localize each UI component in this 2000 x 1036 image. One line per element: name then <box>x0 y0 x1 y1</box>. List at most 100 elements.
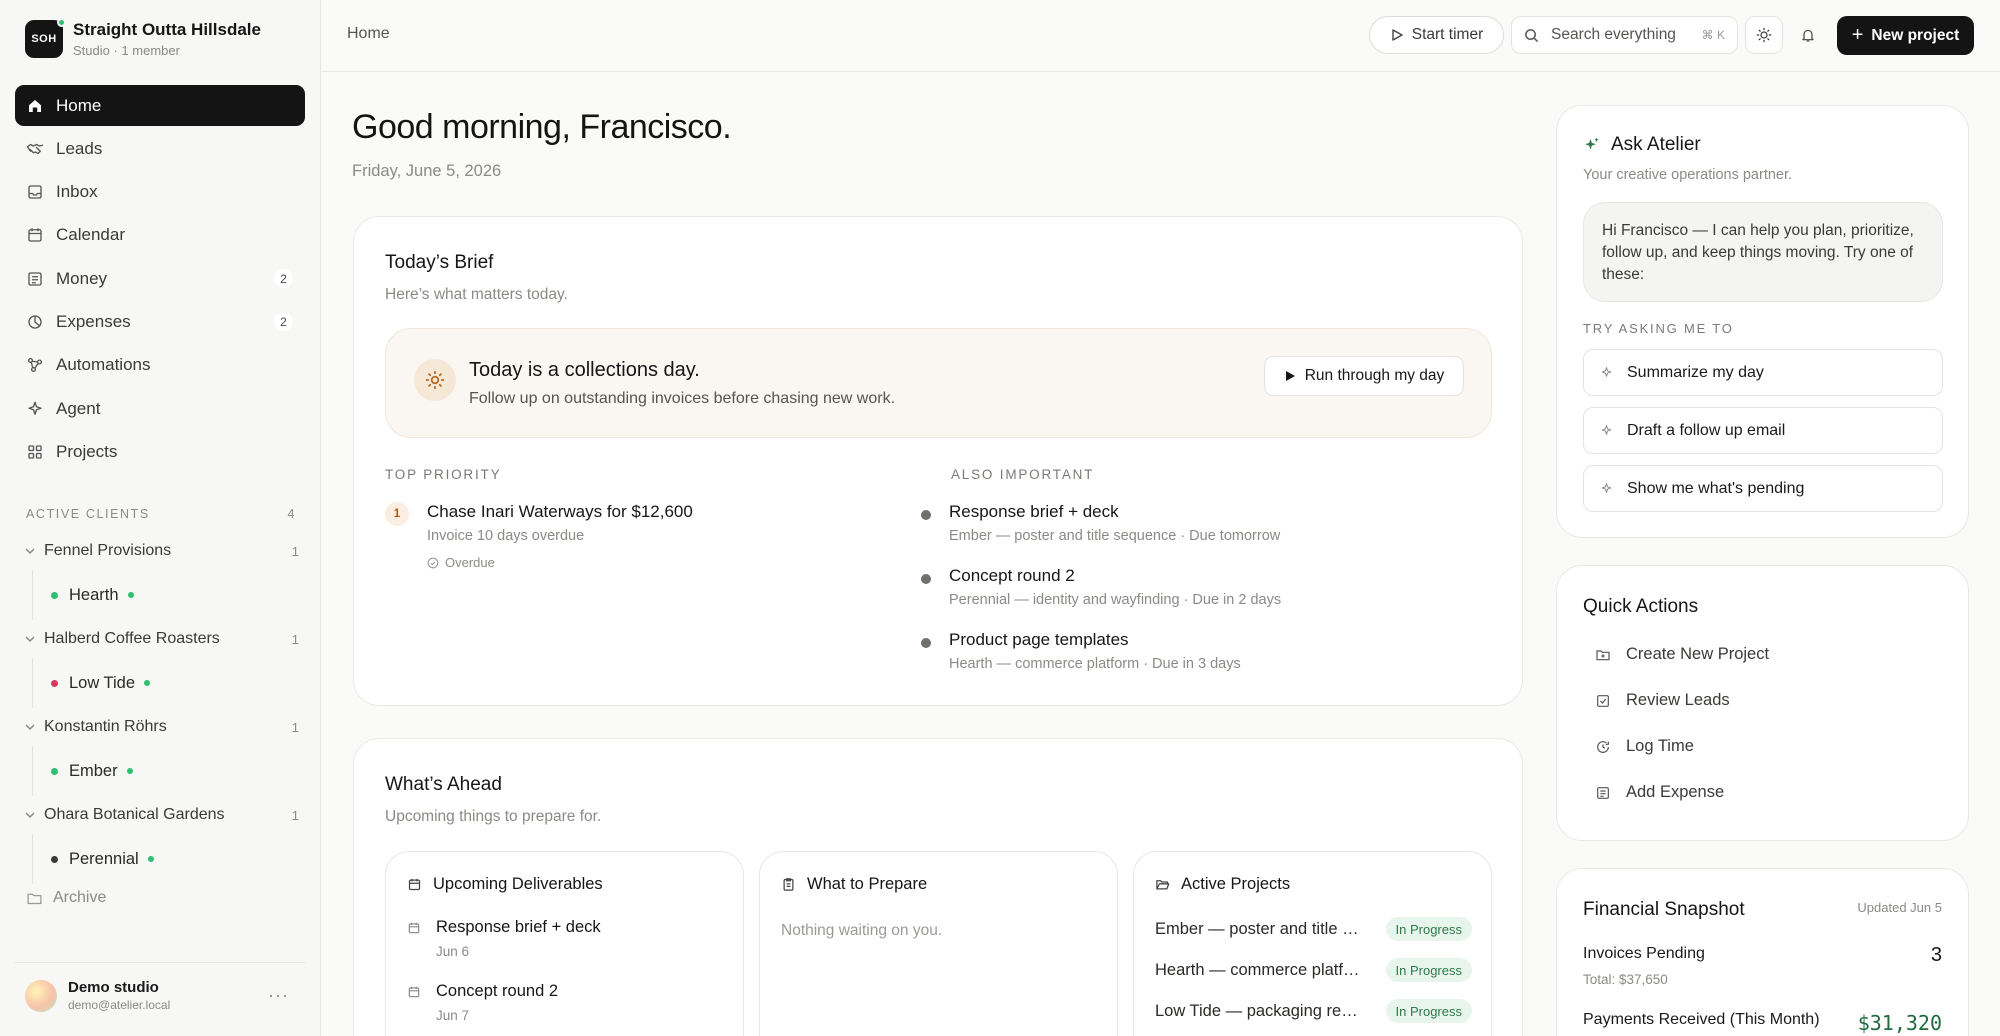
nav-item-automations[interactable]: Automations <box>15 345 305 386</box>
log-time-action[interactable]: Log Time <box>1595 737 1694 756</box>
nav-label: Home <box>56 95 102 115</box>
run-label: Run through my day <box>1304 367 1445 384</box>
nav-badge: 2 <box>274 269 293 289</box>
workspace-subtitle: Studio · 1 member <box>73 43 180 58</box>
item-subtitle: Perennial — identity and wayfinding · Du… <box>949 592 1282 608</box>
start-timer-button[interactable]: Start timer <box>1369 16 1504 54</box>
search-input[interactable]: Search everything ⌘ K <box>1511 16 1738 54</box>
new-project-label: New project <box>1871 26 1960 44</box>
priority-title[interactable]: Chase Inari Waterways for $12,600 <box>427 502 693 522</box>
deliverable-title: Concept round 2 <box>436 982 559 1000</box>
current-date: Friday, June 5, 2026 <box>352 162 502 180</box>
client-project-item[interactable]: Ember <box>32 746 321 796</box>
client-project-item[interactable]: Perennial <box>32 834 321 884</box>
card-title: What’s Ahead <box>385 774 502 795</box>
nav-item-calendar[interactable]: Calendar <box>15 215 305 256</box>
suggestion-button[interactable]: Show me what's pending <box>1583 465 1943 512</box>
breadcrumb[interactable]: Home <box>347 25 390 43</box>
nav-label: Inbox <box>56 182 98 202</box>
invoices-total: Total: $37,650 <box>1583 972 1668 987</box>
client-project-item[interactable]: Low Tide <box>32 658 321 708</box>
active-status-dot <box>126 768 133 774</box>
client-row[interactable]: Halberd Coffee Roasters 1 <box>0 620 321 658</box>
nav-label: Automations <box>56 355 151 375</box>
project-row[interactable]: Low Tide — packaging redesign In Progres… <box>1155 999 1472 1025</box>
project-color-dot <box>51 767 58 775</box>
status-badge: In Progress <box>1385 958 1472 982</box>
active-status-dot <box>147 856 154 862</box>
home-icon <box>29 99 41 112</box>
nav-item-leads[interactable]: Leads <box>15 128 305 169</box>
nav-item-home[interactable]: Home <box>15 85 305 126</box>
financial-snapshot-card: Financial Snapshot Updated Jun 5 Invoice… <box>1556 868 1969 1036</box>
calendar-icon <box>28 228 42 243</box>
suggestion-button[interactable]: Draft a follow up email <box>1583 407 1943 454</box>
active-clients-header: ACTIVE CLIENTS 4 <box>26 507 296 521</box>
pie-icon <box>28 315 42 329</box>
user-menu[interactable]: Demo studio demo@atelier.local ··· <box>25 979 295 1012</box>
client-project-item[interactable]: Hearth <box>32 570 321 620</box>
payments-received-value: $31,320 <box>1857 1011 1942 1035</box>
receipt-icon <box>1597 786 1609 799</box>
workspace-switcher[interactable]: SOH Straight Outta Hillsdale Studio · 1 … <box>25 18 261 58</box>
status-badge: In Progress <box>1385 917 1472 941</box>
create-project-action[interactable]: Create New Project <box>1595 645 1769 664</box>
archive-link[interactable]: Archive <box>26 889 106 907</box>
add-expense-action[interactable]: Add Expense <box>1595 783 1724 802</box>
new-project-button[interactable]: + New project <box>1837 16 1974 55</box>
client-count: 1 <box>291 543 299 559</box>
search-placeholder: Search everything <box>1551 26 1676 43</box>
client-row[interactable]: Ohara Botanical Gardens 1 <box>0 796 321 834</box>
client-row[interactable]: Fennel Provisions 1 <box>0 532 321 570</box>
run-through-day-button[interactable]: Run through my day <box>1264 356 1464 396</box>
suggestion-button[interactable]: Summarize my day <box>1583 349 1943 396</box>
active-status-dot <box>144 680 151 686</box>
item-title: Product page templates <box>949 630 1129 649</box>
item-title: Response brief + deck <box>949 502 1119 521</box>
search-icon <box>1525 28 1539 42</box>
deliverable-date: Jun 7 <box>436 1008 470 1023</box>
suggestion-label: Draft a follow up email <box>1627 421 1786 439</box>
nav-badge: 2 <box>274 312 293 332</box>
item-subtitle: Ember — poster and title sequence · Due … <box>949 528 1281 544</box>
project-color-dot <box>51 855 58 863</box>
card-title: Financial Snapshot <box>1583 899 1745 920</box>
project-row[interactable]: Hearth — commerce platform In Progress <box>1155 958 1472 984</box>
bullet-dot <box>921 574 931 584</box>
nav-item-inbox[interactable]: Inbox <box>15 172 305 213</box>
project-row[interactable]: Ember — poster and title sequence In Pro… <box>1155 917 1472 943</box>
folder-icon <box>27 893 42 904</box>
play-icon <box>1285 371 1295 381</box>
what-to-prepare-panel: What to Prepare Nothing waiting on you. <box>759 851 1118 1036</box>
suggestion-label: Summarize my day <box>1627 363 1764 381</box>
priority-tag: Overdue <box>445 555 495 570</box>
chevron-down-icon <box>25 812 35 819</box>
review-leads-action[interactable]: Review Leads <box>1595 691 1730 710</box>
nav-item-projects[interactable]: Projects <box>15 431 305 472</box>
action-label: Review Leads <box>1626 691 1730 709</box>
priority-number: 1 <box>385 502 409 526</box>
payments-received-label: Payments Received (This Month) <box>1583 1011 1820 1028</box>
assistant-message: Hi Francisco — I can help you plan, prio… <box>1583 202 1943 302</box>
nav-item-agent[interactable]: Agent <box>15 388 305 429</box>
card-title: Ask Atelier <box>1583 134 1701 156</box>
sparkle-icon <box>28 401 42 415</box>
nav-label: Expenses <box>56 311 131 331</box>
card-title: Quick Actions <box>1583 596 1699 617</box>
theme-toggle-button[interactable] <box>1745 16 1783 54</box>
nav-item-expenses[interactable]: Expenses 2 <box>15 301 305 342</box>
plus-icon: + <box>1851 24 1864 46</box>
upcoming-deliverables-panel: Upcoming Deliverables Response brief + d… <box>385 851 744 1036</box>
bullet-dot <box>921 510 931 520</box>
calendar-icon <box>408 922 420 934</box>
notifications-button[interactable] <box>1789 16 1827 54</box>
invoices-pending-value: 3 <box>1930 944 1942 966</box>
more-icon[interactable]: ··· <box>268 985 289 1006</box>
main-nav: Home Leads Inbox Calendar Money 2 Expens… <box>15 85 305 475</box>
empty-state: Nothing waiting on you. <box>781 922 943 939</box>
start-timer-label: Start timer <box>1411 26 1484 43</box>
nav-item-money[interactable]: Money 2 <box>15 258 305 299</box>
panel-title-text: Active Projects <box>1181 875 1291 893</box>
client-row[interactable]: Konstantin Röhrs 1 <box>0 708 321 746</box>
project-name: Ember <box>69 761 118 780</box>
